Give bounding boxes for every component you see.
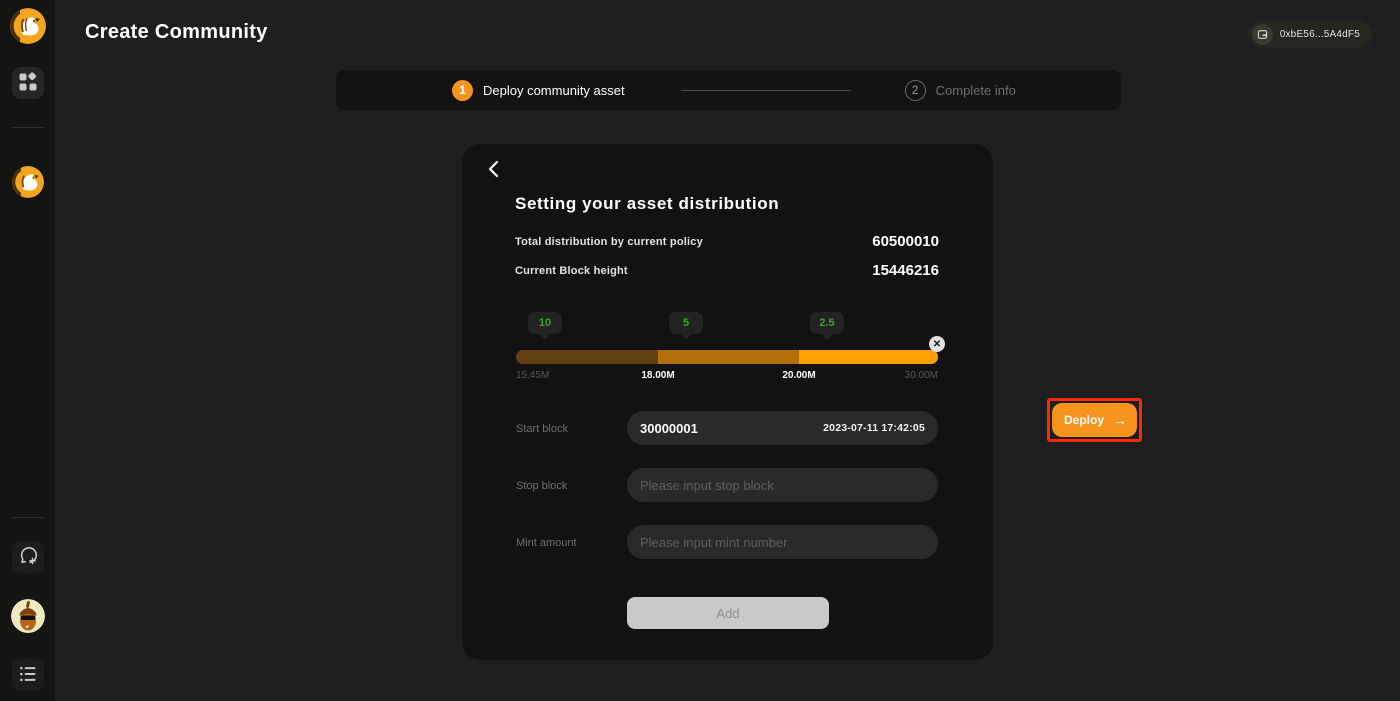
app-root: Create Community 0xbE56...5A4dF5 1 Deplo… xyxy=(0,0,1400,701)
start-block-input[interactable] xyxy=(640,420,824,436)
slider-tooltip-2: 5 xyxy=(669,312,703,334)
arrow-right-icon: → xyxy=(1113,412,1127,428)
stop-block-label: Stop block xyxy=(516,480,568,492)
squirrel-logo-icon xyxy=(9,8,46,44)
start-block-label: Start block xyxy=(516,423,568,435)
step-2-circle: 2 xyxy=(904,79,926,101)
deploy-button[interactable]: Deploy → xyxy=(1052,403,1137,437)
slider-tooltip-1: 10 xyxy=(528,312,562,334)
axis-label-min: 15.45M xyxy=(516,370,550,381)
grid-icon xyxy=(18,71,38,95)
stop-block-input[interactable] xyxy=(640,477,925,493)
sidebar-divider-top xyxy=(11,127,44,128)
step-deploy-community-asset: 1 Deploy community asset xyxy=(452,79,625,101)
sidebar-divider-bottom xyxy=(11,517,44,518)
add-chat-button[interactable] xyxy=(11,541,44,573)
stepper-connector xyxy=(680,89,851,91)
community-avatar[interactable] xyxy=(11,166,44,198)
mint-amount-input[interactable] xyxy=(640,534,925,550)
slider-tooltip-3: 2.5 xyxy=(810,312,844,334)
slider-segment-3 xyxy=(799,350,938,364)
wallet-icon xyxy=(1251,23,1273,45)
slider-tooltip-2-value: 5 xyxy=(682,317,690,329)
deploy-label: Deploy xyxy=(1064,413,1105,427)
mint-amount-field[interactable] xyxy=(627,525,938,559)
current-block-height-value: 15446216 xyxy=(872,262,939,279)
acorn-avatar-icon xyxy=(10,599,45,633)
step-1-circle: 1 xyxy=(452,79,473,101)
card-heading: Setting your asset distribution xyxy=(515,194,780,213)
total-distribution-value: 60500010 xyxy=(872,233,939,250)
app-logo[interactable] xyxy=(9,8,46,44)
start-block-field[interactable]: 2023-07-11 17:42:05 xyxy=(627,411,938,445)
chat-add-icon xyxy=(17,545,39,570)
axis-label-max: 30.00M xyxy=(904,370,938,381)
list-menu-button[interactable] xyxy=(11,659,44,691)
slider-tooltip-3-value: 2.5 xyxy=(819,317,835,329)
start-block-datetime: 2023-07-11 17:42:05 xyxy=(823,422,925,434)
axis-label-mid2: 20.00M xyxy=(782,370,816,381)
chevron-left-icon xyxy=(486,159,502,182)
user-avatar[interactable] xyxy=(10,599,45,633)
slider-tooltip-1-value: 10 xyxy=(538,317,552,329)
step-2-label: Complete info xyxy=(935,82,1016,98)
slider-segment-1 xyxy=(516,350,658,364)
sidebar xyxy=(0,0,55,701)
mint-amount-label: Mint amount xyxy=(516,537,577,549)
step-1-label: Deploy community asset xyxy=(483,82,625,98)
asset-distribution-card: Setting your asset distribution Total di… xyxy=(462,144,993,660)
dashboard-button[interactable] xyxy=(11,67,44,99)
wallet-address: 0xbE56...5A4dF5 xyxy=(1279,28,1360,40)
back-button[interactable] xyxy=(482,158,506,182)
add-button[interactable]: Add xyxy=(627,597,829,629)
axis-label-mid1: 18.00M xyxy=(641,370,675,381)
wallet-address-badge[interactable]: 0xbE56...5A4dF5 xyxy=(1247,20,1372,48)
stop-block-field[interactable] xyxy=(627,468,938,502)
slider-segment-2 xyxy=(658,350,799,364)
stepper: 1 Deploy community asset 2 Complete info xyxy=(336,70,1121,110)
distribution-slider[interactable] xyxy=(516,350,938,364)
step-complete-info: 2 Complete info xyxy=(904,79,1016,101)
page-title: Create Community xyxy=(85,21,268,43)
list-icon xyxy=(18,664,38,687)
annotation-highlight: Deploy → xyxy=(1047,398,1142,442)
squirrel-avatar-icon xyxy=(11,166,44,198)
close-icon[interactable]: ✕ xyxy=(929,336,945,352)
